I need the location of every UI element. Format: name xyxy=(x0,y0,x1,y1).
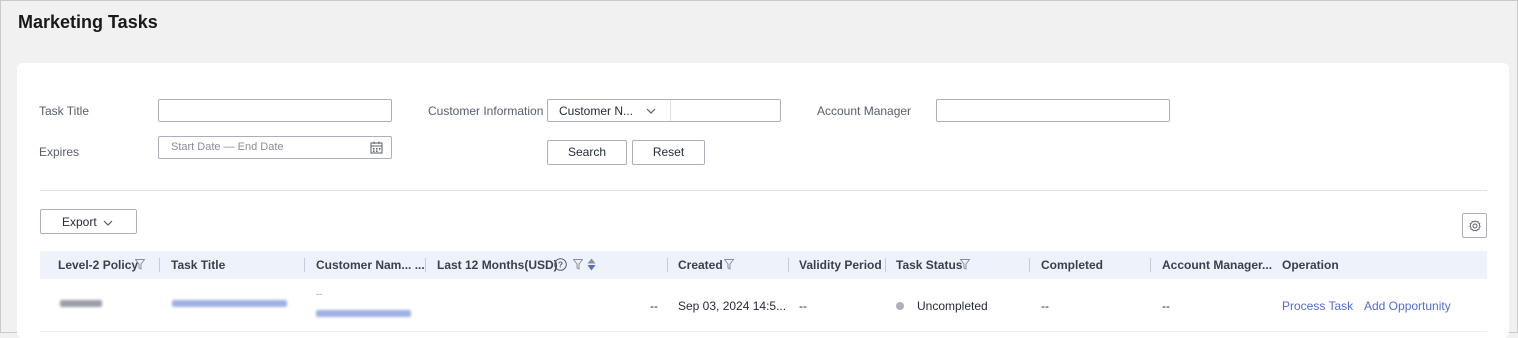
last-12-months-value: -- xyxy=(650,299,658,313)
export-label: Export xyxy=(62,215,97,229)
filter-icon[interactable] xyxy=(135,259,145,270)
customer-information-input[interactable] xyxy=(671,100,779,121)
col-level2-policy: Level-2 Policy xyxy=(58,258,139,272)
task-title-input[interactable] xyxy=(158,99,392,122)
sort-icon[interactable] xyxy=(587,258,596,271)
table-settings-button[interactable] xyxy=(1462,213,1487,238)
column-separator xyxy=(304,258,305,272)
column-separator xyxy=(1150,258,1151,272)
divider xyxy=(40,190,1487,191)
col-created: Created xyxy=(678,258,723,272)
reset-button[interactable]: Reset xyxy=(632,140,705,165)
customer-type-select[interactable]: Customer N... xyxy=(548,100,671,121)
account-manager-label: Account Manager xyxy=(817,104,912,118)
export-button[interactable]: Export xyxy=(40,209,137,234)
completed-value: -- xyxy=(1041,299,1049,313)
expires-label: Expires xyxy=(39,145,80,159)
account-manager-value: -- xyxy=(1162,299,1170,313)
date-range-placeholder: Start Date — End Date xyxy=(171,141,284,153)
calendar-icon[interactable] xyxy=(370,141,383,154)
table-header: Level-2 Policy Task Title Customer Nam..… xyxy=(40,251,1487,279)
filter-and-table-card: Task Title Expires Start Date — End Date… xyxy=(17,63,1509,338)
col-task-title: Task Title xyxy=(171,258,226,272)
status-dot xyxy=(896,302,904,310)
column-separator xyxy=(425,258,426,272)
col-customer-name: Customer Nam... ... xyxy=(316,258,425,272)
process-task-link[interactable]: Process Task xyxy=(1282,299,1353,313)
filter-icon[interactable] xyxy=(960,259,970,270)
filter-icon[interactable] xyxy=(573,259,583,270)
status-value: Uncompleted xyxy=(917,299,988,313)
redacted-customer-name-link[interactable] xyxy=(316,310,411,317)
col-account-manager: Account Manager... xyxy=(1162,258,1273,272)
filter-icon[interactable] xyxy=(724,259,734,270)
customer-information-field: Customer N... xyxy=(547,99,781,122)
col-last-12-months: Last 12 Months(USD) xyxy=(437,258,558,272)
created-value: Sep 03, 2024 14:5... xyxy=(678,299,787,313)
col-validity-period: Validity Period xyxy=(799,258,882,272)
chevron-down-icon xyxy=(103,220,113,226)
column-separator xyxy=(885,258,886,272)
column-separator xyxy=(788,258,789,272)
table-row: -- -- Sep 03, 2024 14:5... -- Uncomplete… xyxy=(40,279,1487,332)
column-separator xyxy=(1029,258,1030,272)
account-manager-input[interactable] xyxy=(936,99,1170,122)
column-separator xyxy=(667,258,668,272)
task-title-label: Task Title xyxy=(39,104,90,118)
add-opportunity-link[interactable]: Add Opportunity xyxy=(1364,299,1451,313)
search-button[interactable]: Search xyxy=(547,140,627,165)
svg-text:?: ? xyxy=(558,260,563,270)
chevron-down-icon xyxy=(646,108,656,114)
customer-top-value: -- xyxy=(316,289,322,299)
col-task-status: Task Status xyxy=(896,258,963,272)
customer-information-label: Customer Information xyxy=(428,104,544,118)
validity-period-value: -- xyxy=(799,299,807,313)
col-completed: Completed xyxy=(1041,258,1104,272)
customer-type-value: Customer N... xyxy=(559,104,634,118)
expires-date-range[interactable]: Start Date — End Date xyxy=(158,136,392,159)
help-icon[interactable]: ? xyxy=(554,258,567,271)
redacted-task-title-link[interactable] xyxy=(172,300,287,307)
col-operation: Operation xyxy=(1282,258,1339,272)
page-title: Marketing Tasks xyxy=(18,12,158,32)
gear-icon xyxy=(1469,220,1481,232)
redacted-level2-policy xyxy=(60,300,102,307)
column-separator xyxy=(159,258,160,272)
